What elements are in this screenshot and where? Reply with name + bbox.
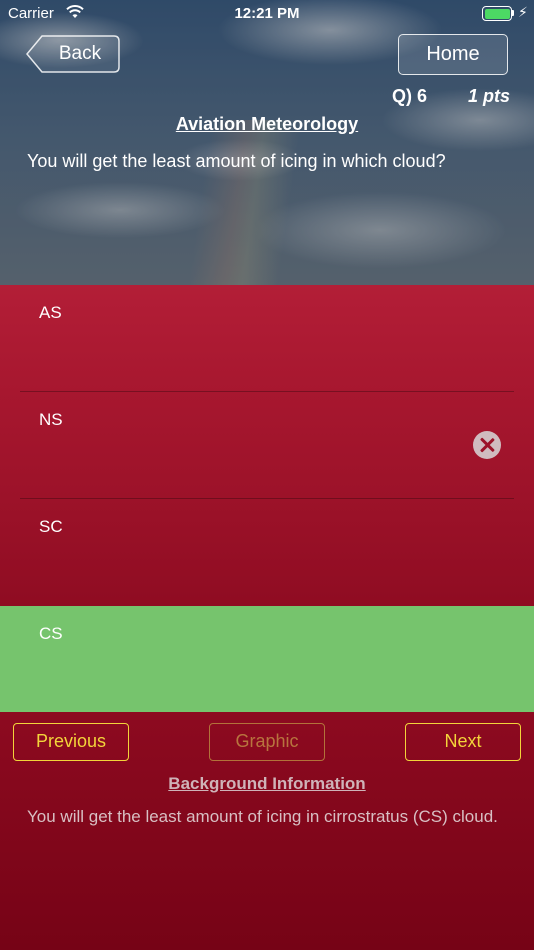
- graphic-button[interactable]: Graphic: [209, 723, 325, 761]
- answer-label: CS: [39, 624, 63, 643]
- home-button[interactable]: Home: [398, 34, 508, 75]
- answer-option-ns[interactable]: NS: [0, 392, 534, 499]
- battery-icon: [482, 6, 512, 21]
- answer-label: NS: [39, 410, 63, 429]
- answer-label: SC: [39, 517, 63, 536]
- status-time: 12:21 PM: [234, 5, 300, 22]
- subject-title: Aviation Meteorology: [175, 114, 359, 134]
- question-number: Q) 6: [392, 86, 428, 106]
- previous-button[interactable]: Previous: [13, 723, 129, 761]
- battery-tip: [512, 10, 514, 16]
- question-points: 1 pts: [468, 86, 511, 106]
- close-circle-icon: [473, 431, 501, 459]
- rainbow-decoration: [188, 120, 302, 285]
- answer-option-as[interactable]: AS: [0, 285, 534, 392]
- background-info-text: You will get the least amount of icing i…: [27, 807, 498, 826]
- answer-option-cs[interactable]: CS: [0, 606, 534, 713]
- question-text: You will get the least amount of icing i…: [27, 151, 446, 171]
- back-button-label[interactable]: Back: [40, 35, 120, 73]
- answer-label: AS: [39, 303, 62, 322]
- charging-bolt-icon: ⚡: [518, 4, 528, 20]
- next-button[interactable]: Next: [405, 723, 521, 761]
- status-bar: Carrier 12:21 PM ⚡: [0, 0, 534, 28]
- answer-list: AS NS SC CS: [0, 285, 534, 713]
- bottom-panel: Previous Graphic Next Background Informa…: [0, 712, 534, 950]
- background-info-title: Background Information: [168, 774, 366, 793]
- answer-option-sc[interactable]: SC: [0, 499, 534, 606]
